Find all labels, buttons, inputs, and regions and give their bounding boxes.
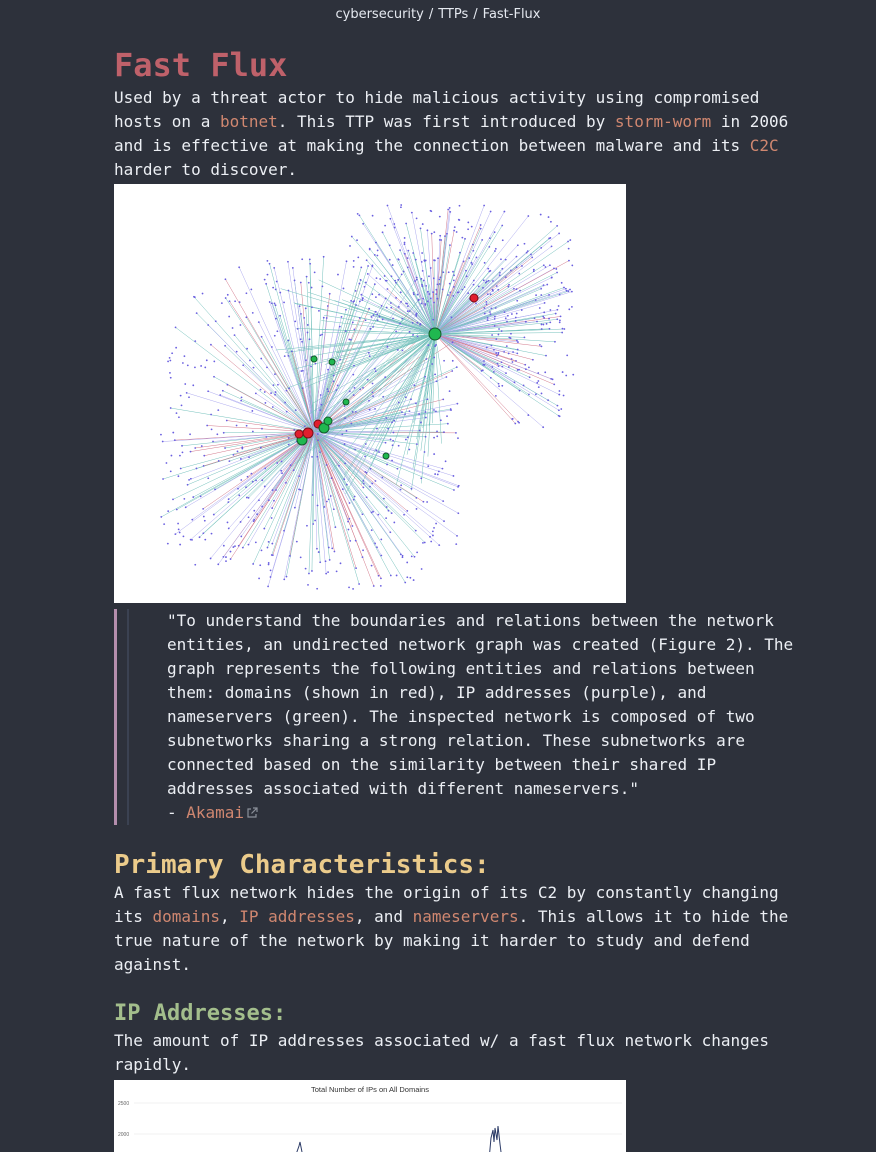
breadcrumb-ttps[interactable]: TTPs: [438, 7, 468, 22]
ip-count-chart-image: Total Number of IPs on All Domains 2500 …: [114, 1080, 626, 1152]
nameservers-link[interactable]: nameservers: [413, 907, 519, 926]
ip-addresses-link[interactable]: IP addresses: [239, 907, 355, 926]
network-graph-image: [114, 184, 626, 603]
primary-characteristics-paragraph: A fast flux network hides the origin of …: [114, 883, 789, 974]
chart-title: Total Number of IPs on All Domains: [311, 1085, 429, 1094]
domains-link[interactable]: domains: [153, 907, 220, 926]
external-link-icon: [247, 807, 258, 818]
storm-worm-link[interactable]: storm-worm: [615, 112, 711, 131]
primary-characteristics-heading: Primary Characteristics:: [114, 850, 490, 880]
akamai-link[interactable]: Akamai: [186, 803, 244, 822]
breadcrumb-separator: /: [428, 7, 434, 22]
breadcrumb-separator: /: [473, 7, 478, 22]
page-title: Fast Flux: [114, 46, 288, 84]
breadcrumb: cybersecurity / TTPs / Fast-Flux: [0, 7, 876, 22]
ip-addresses-heading: IP Addresses:: [114, 1001, 287, 1026]
c2c-link[interactable]: C2C: [750, 136, 779, 155]
quote-attribution: - Akamai: [167, 801, 804, 825]
ip-addresses-paragraph: The amount of IP addresses associated w/…: [114, 1031, 770, 1074]
breadcrumb-current: Fast-Flux: [482, 7, 541, 22]
botnet-link[interactable]: botnet: [220, 112, 278, 131]
breadcrumb-cybersecurity[interactable]: cybersecurity: [335, 7, 423, 22]
chart-ytick-2000: 2000: [118, 1132, 129, 1138]
akamai-quote: "To understand the boundaries and relati…: [114, 609, 804, 825]
article: Fast Flux Used by a threat actor to hide…: [114, 44, 804, 1152]
chart-ytick-2500: 2500: [118, 1101, 129, 1107]
intro-paragraph: Used by a threat actor to hide malicious…: [114, 88, 789, 179]
quote-text: "To understand the boundaries and relati…: [167, 611, 794, 798]
